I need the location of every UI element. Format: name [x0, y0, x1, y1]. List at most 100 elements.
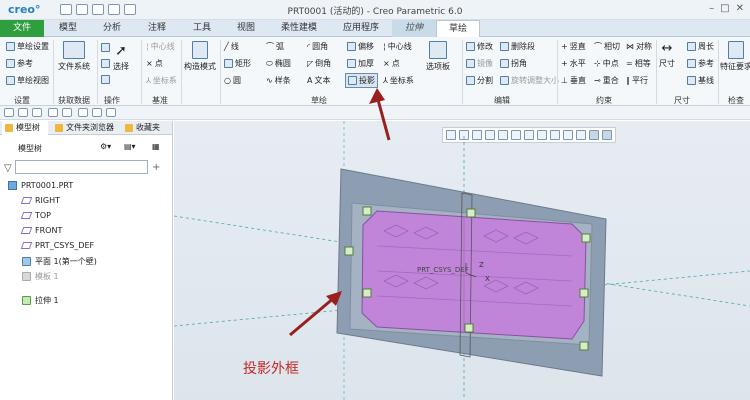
vertex-marker[interactable] — [579, 341, 589, 351]
vertex-marker[interactable] — [464, 323, 474, 333]
tree-columns-icon[interactable]: ▤▾ — [124, 142, 136, 151]
references-button[interactable]: 参考 — [6, 58, 33, 69]
tab-tools[interactable]: 工具 — [180, 20, 224, 37]
symmetric-constraint-button[interactable]: ⋈ 对称 — [626, 41, 652, 52]
undo-icon[interactable] — [48, 108, 58, 117]
datum-csys-button[interactable]: ⅄ 坐标系 — [146, 75, 177, 86]
tangent-constraint-button[interactable]: ⌒ 相切 — [594, 41, 620, 52]
offset-button[interactable]: 偏移 — [347, 41, 374, 52]
tab-analysis[interactable]: 分析 — [90, 20, 134, 37]
divider — [656, 40, 657, 104]
tab-flexible-modeling[interactable]: 柔性建模 — [268, 20, 330, 37]
close-window-icon[interactable] — [106, 108, 116, 117]
tab-extrude[interactable]: 拉伸 — [392, 20, 436, 37]
tab-model[interactable]: 模型 — [46, 20, 90, 37]
perimeter-button[interactable]: 周长 — [687, 41, 714, 52]
rotate-resize-button[interactable]: 旋转调整大小 — [500, 75, 559, 86]
ellipse-button[interactable]: ⬭ 椭圆 — [266, 58, 291, 69]
horizontal-constraint-button[interactable]: + 水平 — [561, 58, 586, 69]
delete-segment-icon — [500, 42, 509, 51]
sketch-view-button[interactable]: 草绘视图 — [6, 75, 49, 86]
rectangle-button[interactable]: 矩形 — [224, 58, 251, 69]
text-button[interactable]: A 文本 — [307, 75, 330, 86]
add-column-icon[interactable]: + — [152, 162, 160, 173]
modify-button[interactable]: 修改 — [466, 41, 493, 52]
tab-favorites[interactable]: 收藏夹 — [122, 121, 170, 135]
tab-model-tree[interactable]: 模型树 — [2, 121, 48, 135]
palette-button[interactable]: 选项板 — [426, 41, 450, 72]
vertex-marker[interactable] — [344, 246, 354, 256]
tab-sketch[interactable]: 草绘 — [436, 20, 480, 37]
tree-item-wall[interactable]: 平面 1(第一个壁) — [22, 256, 97, 267]
tab-file[interactable]: 文件 — [0, 20, 44, 37]
sketch-csys-button[interactable]: ⅄ 坐标系 — [383, 75, 414, 86]
cut-icon[interactable] — [101, 59, 110, 68]
arc-button[interactable]: ⌒ 弧 — [266, 41, 284, 52]
mirror-button[interactable]: 镜像 — [466, 58, 493, 69]
tree-item-csys[interactable]: PRT_CSYS_DEF — [20, 241, 94, 250]
redo-icon[interactable] — [62, 108, 72, 117]
baseline-button[interactable]: 基线 — [687, 75, 714, 86]
datum-centerline-button[interactable]: ¦ 中心线 — [146, 41, 175, 52]
tree-filter-icon[interactable]: ▦ — [152, 142, 160, 151]
line-button[interactable]: ╱ 线 — [224, 41, 239, 52]
vertex-marker[interactable] — [362, 288, 372, 298]
regenerate-icon[interactable] — [78, 108, 88, 117]
tab-folder-browser[interactable]: 文件夹浏览器 — [52, 121, 118, 135]
vertex-marker[interactable] — [466, 208, 476, 218]
datum-point-button[interactable]: × 点 — [146, 58, 163, 69]
sketch-centerline-button[interactable]: ¦ 中心线 — [383, 41, 412, 52]
feature-requirements-button[interactable]: 特征要求 — [720, 41, 750, 72]
tree-item-top[interactable]: TOP — [20, 211, 51, 220]
project-button[interactable]: 投影 — [345, 73, 378, 88]
midpoint-constraint-button[interactable]: ⊹ 中点 — [594, 58, 619, 69]
tree-item-right[interactable]: RIGHT — [20, 196, 60, 205]
dimension-button[interactable]: ↔ 尺寸 — [659, 41, 675, 69]
vertex-marker[interactable] — [579, 288, 589, 298]
divide-button[interactable]: 分割 — [466, 75, 493, 86]
spline-button[interactable]: ∿ 样条 — [266, 75, 291, 86]
parallel-constraint-button[interactable]: ∥ 平行 — [626, 75, 648, 86]
circle-button[interactable]: ○ 圆 — [224, 75, 241, 86]
tree-item-extrude[interactable]: 拉伸 1 — [22, 295, 59, 306]
equal-constraint-button[interactable]: = 相等 — [626, 58, 651, 69]
close-icon[interactable]: ✕ — [736, 3, 744, 14]
coincident-constraint-button[interactable]: ⊸ 重合 — [594, 75, 619, 86]
delete-segment-button[interactable]: 删除段 — [500, 41, 535, 52]
chamfer-button[interactable]: ◸ 倒角 — [307, 58, 331, 69]
divider — [462, 40, 463, 104]
search-input[interactable] — [15, 160, 148, 174]
maximize-icon[interactable]: □ — [720, 3, 729, 14]
tree-settings-icon[interactable]: ⚙▾ — [100, 142, 111, 151]
vertex-marker[interactable] — [581, 233, 591, 243]
reference-dim-button[interactable]: 参考 — [687, 58, 714, 69]
window-controls: – □ ✕ — [709, 3, 744, 14]
sketch-point-button[interactable]: × 点 — [383, 58, 400, 69]
vertical-constraint-button[interactable]: + 竖直 — [561, 41, 586, 52]
line-icon: ╱ — [224, 42, 229, 51]
tab-applications[interactable]: 应用程序 — [330, 20, 392, 37]
save-icon[interactable] — [32, 108, 42, 117]
corner-button[interactable]: 拐角 — [500, 58, 527, 69]
fillet-button[interactable]: ◜ 圆角 — [307, 41, 328, 52]
construction-mode-button[interactable]: 构造模式 — [184, 41, 216, 72]
new-icon[interactable] — [4, 108, 14, 117]
divider — [718, 40, 719, 104]
windows-icon[interactable] — [92, 108, 102, 117]
tree-item-front[interactable]: FRONT — [20, 226, 62, 235]
perpendicular-constraint-button[interactable]: ⊥ 垂直 — [561, 75, 586, 86]
thicken-button[interactable]: 加厚 — [347, 58, 374, 69]
tab-annotate[interactable]: 注释 — [134, 20, 180, 37]
tree-item-part[interactable]: PRT0001.PRT — [8, 181, 73, 190]
tab-view[interactable]: 视图 — [224, 20, 268, 37]
open-icon[interactable] — [18, 108, 28, 117]
delete-icon[interactable] — [101, 75, 110, 84]
select-button[interactable]: ➚ 选择 — [113, 43, 129, 72]
clipboard-icon[interactable] — [101, 43, 110, 52]
tree-item-template[interactable]: 模板 1 — [22, 271, 59, 282]
reference-dim-icon — [687, 59, 696, 68]
file-system-button[interactable]: 文件系统 — [58, 41, 90, 72]
minimize-icon[interactable]: – — [709, 3, 714, 14]
vertex-marker[interactable] — [362, 206, 372, 216]
sketch-setup-button[interactable]: 草绘设置 — [6, 41, 49, 52]
